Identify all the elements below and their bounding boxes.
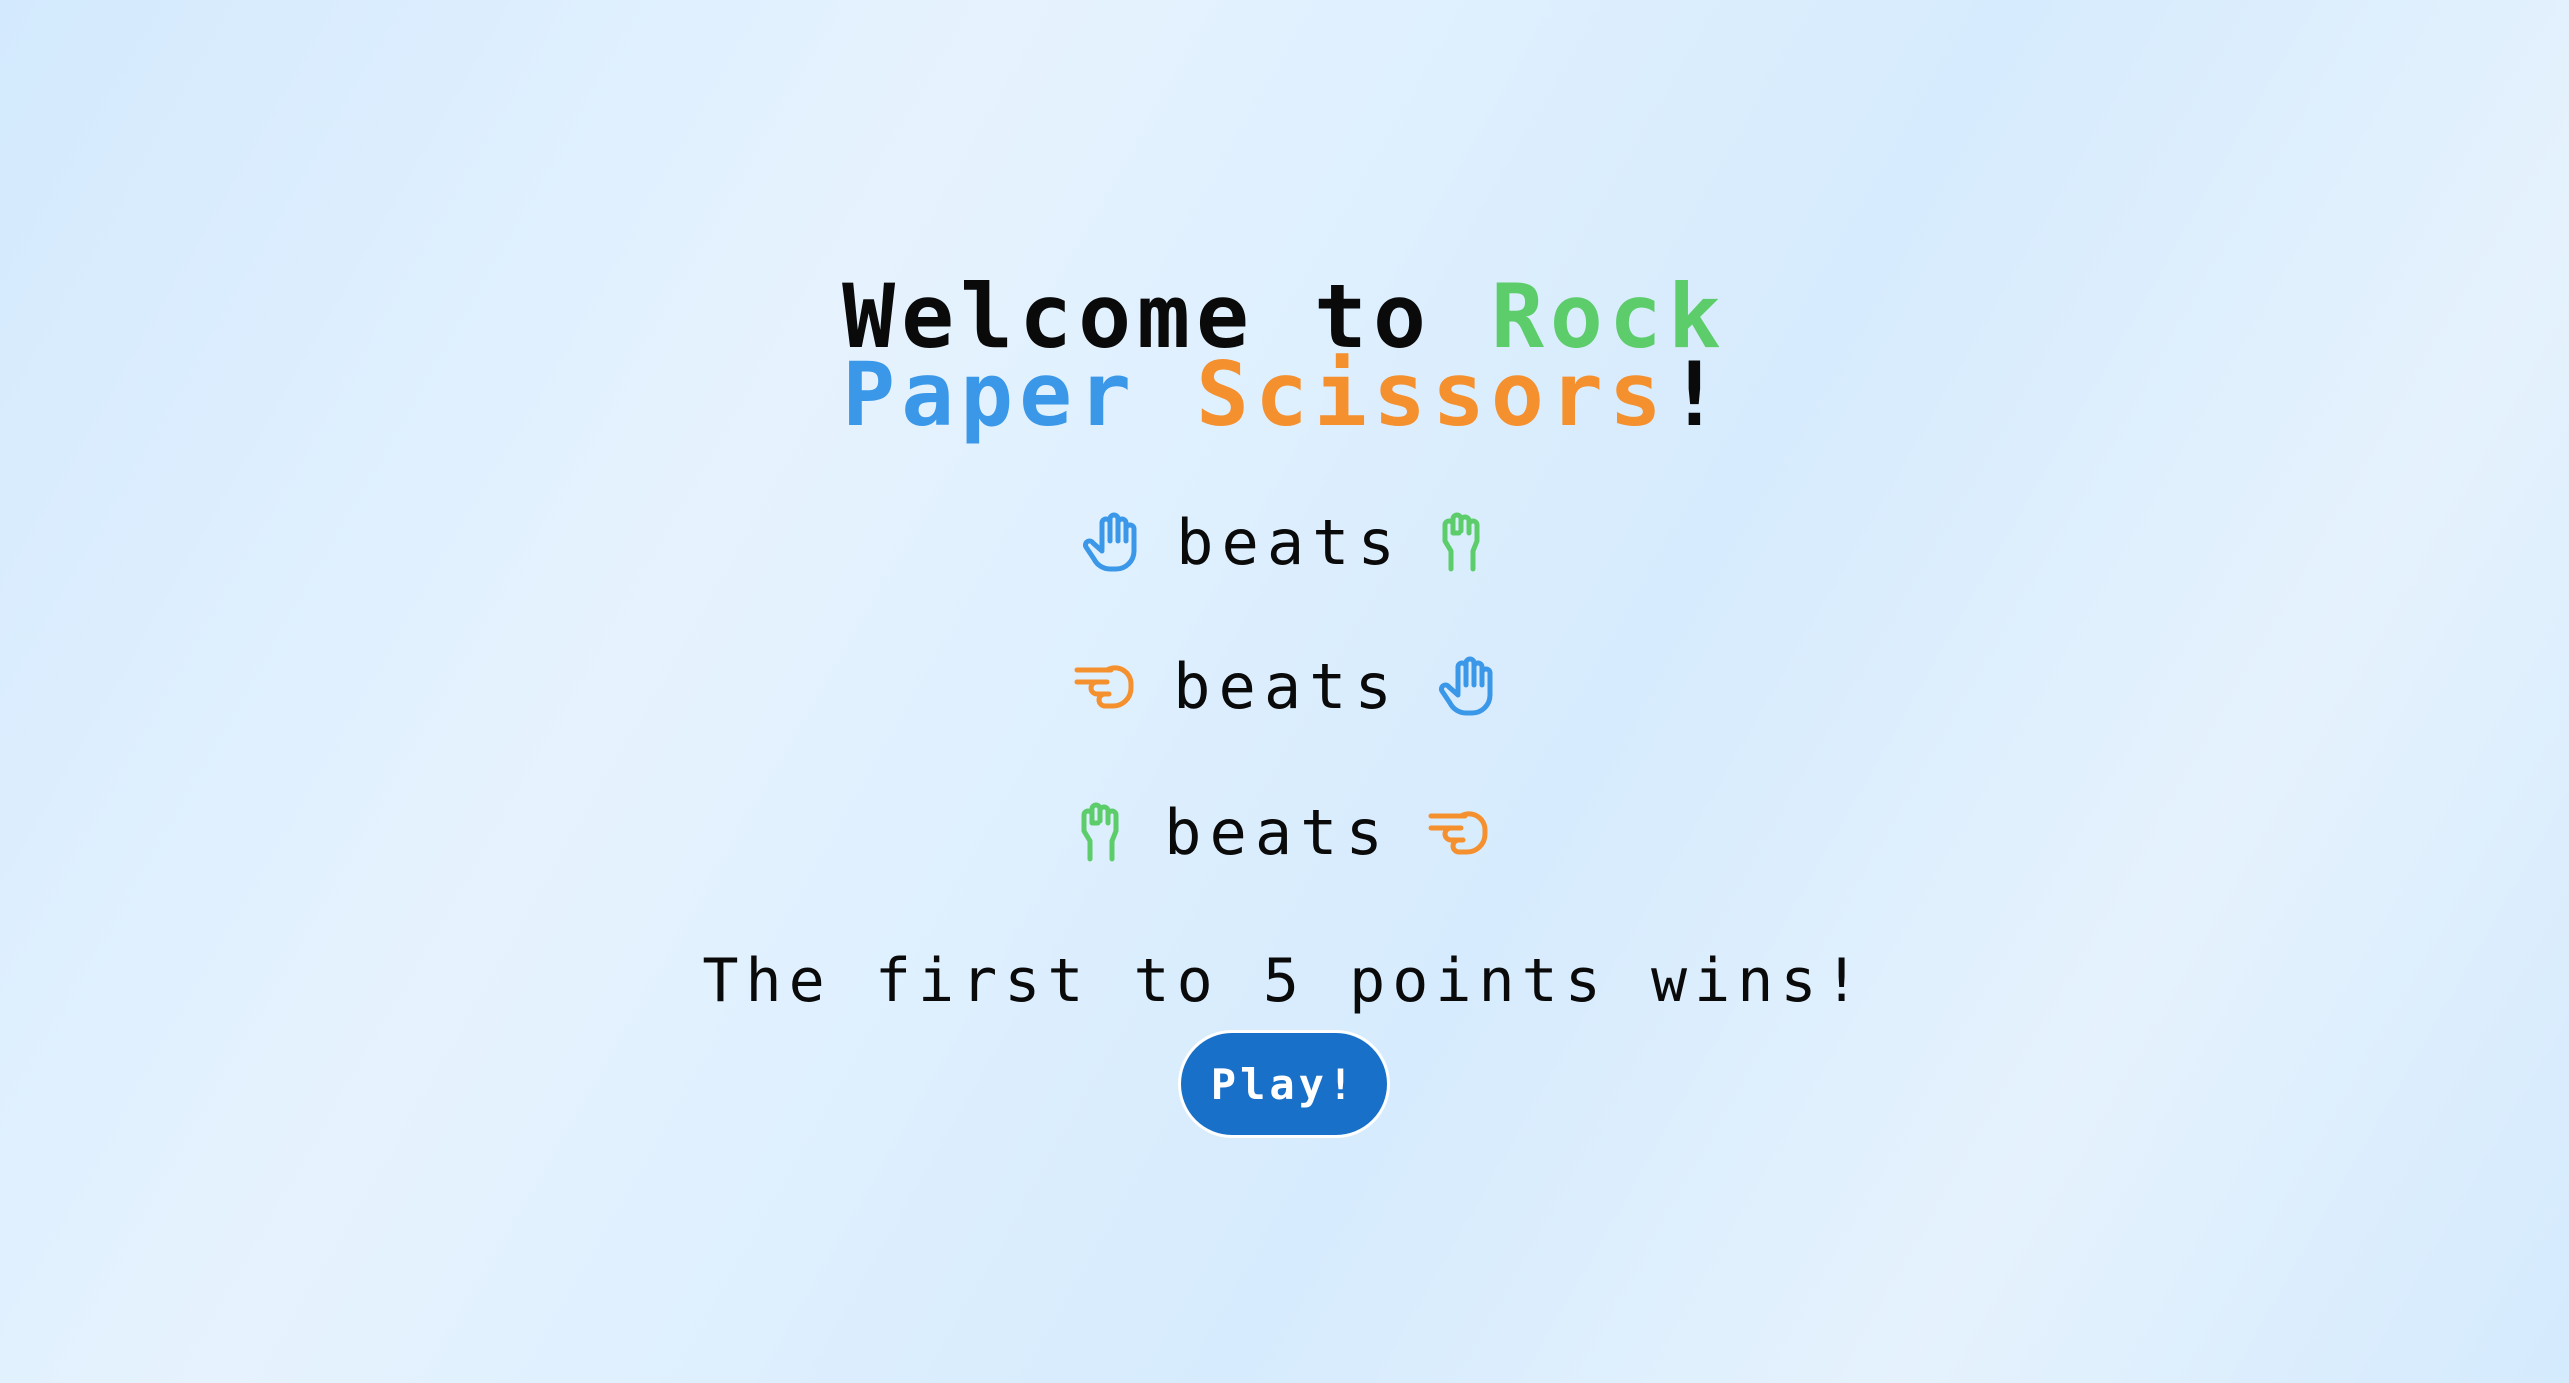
title-line-2: Paper Scissors! <box>0 351 2569 439</box>
beats-label: beats <box>1176 505 1403 579</box>
rock-icon <box>1078 801 1128 863</box>
paper-icon <box>1436 655 1496 717</box>
win-condition-text: The first to 5 points wins! <box>702 946 1867 1016</box>
title-paper: Paper <box>842 343 1138 446</box>
rock-icon <box>1439 511 1489 573</box>
rule-paper-beats-rock: beats <box>0 502 2569 582</box>
rule-scissors-beats-paper: beats <box>0 646 2569 726</box>
play-button[interactable]: Play! <box>1178 1030 1390 1138</box>
scissors-icon <box>1427 806 1491 858</box>
title-scissors: Scissors <box>1196 343 1668 446</box>
title-exclaim: ! <box>1667 343 1727 446</box>
beats-label: beats <box>1164 795 1391 869</box>
scissors-icon <box>1073 660 1137 712</box>
rule-rock-beats-scissors: beats <box>0 792 2569 872</box>
paper-icon <box>1080 511 1140 573</box>
game-title: Welcome to Rock Paper Scissors! <box>0 273 2569 439</box>
beats-label: beats <box>1173 649 1400 723</box>
